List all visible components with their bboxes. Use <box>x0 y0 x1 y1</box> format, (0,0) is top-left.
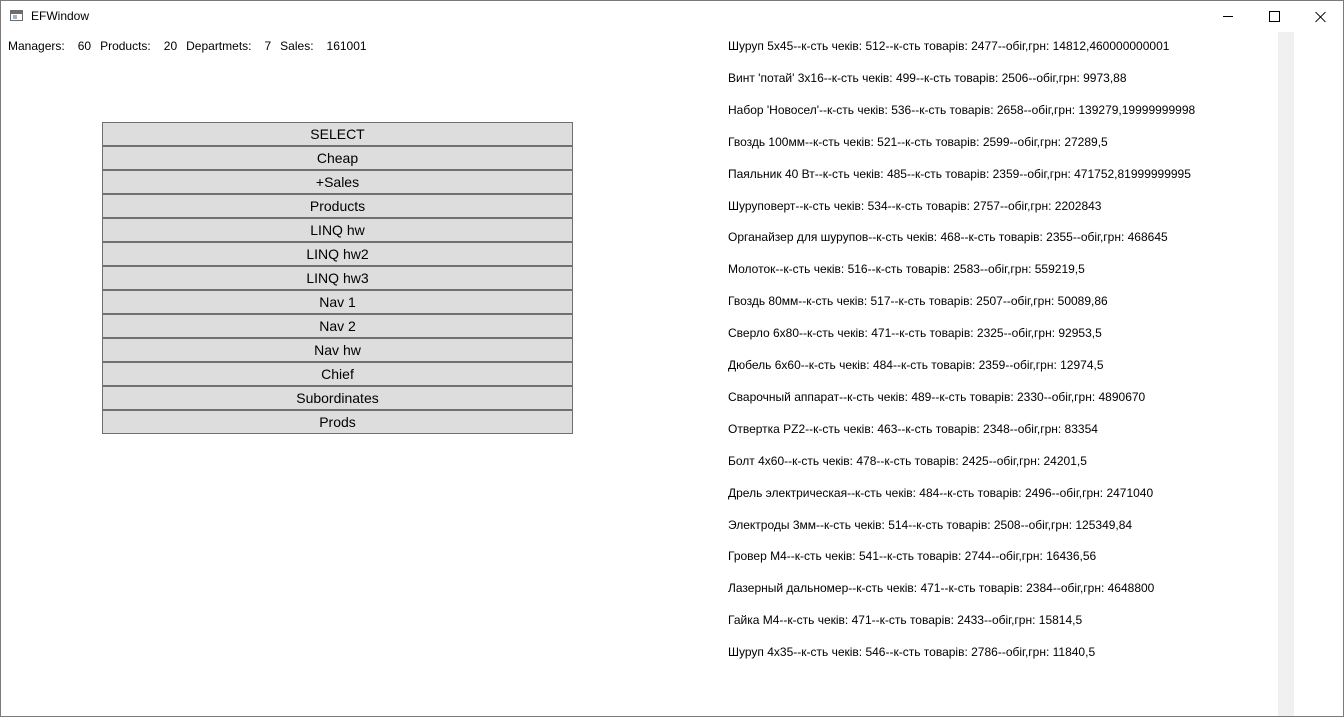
app-window-icon <box>10 10 23 21</box>
linq-hw2-button[interactable]: LINQ hw2 <box>102 242 573 266</box>
list-item[interactable]: Гвоздь 100мм--к-сть чеків: 521--к-сть то… <box>728 135 1108 149</box>
close-icon <box>1315 11 1326 22</box>
chief-button[interactable]: Chief <box>102 362 573 386</box>
prods-button[interactable]: Prods <box>102 410 573 434</box>
plus-sales-button[interactable]: +Sales <box>102 170 573 194</box>
window-title: EFWindow <box>31 9 90 23</box>
linq-hw3-button[interactable]: LINQ hw3 <box>102 266 573 290</box>
sales-count: 161001 <box>326 39 367 53</box>
app-window: EFWindow Managers: 60 Products: 20 Departmet… <box>0 0 1344 717</box>
list-item[interactable]: Шуруповерт--к-сть чеків: 534--к-сть това… <box>728 199 1101 213</box>
command-button-panel: SELECT Cheap +Sales Products LINQ hw LIN… <box>102 122 573 434</box>
departments-count: 7 <box>264 39 272 53</box>
list-item[interactable]: Отвертка PZ2--к-сть чеків: 463--к-сть то… <box>728 422 1098 436</box>
list-item[interactable]: Гайка М4--к-сть чеків: 471--к-сть товарі… <box>728 613 1082 627</box>
select-button[interactable]: SELECT <box>102 122 573 146</box>
title-bar[interactable]: EFWindow <box>1 1 1343 32</box>
linq-hw-button[interactable]: LINQ hw <box>102 218 573 242</box>
close-button[interactable] <box>1297 1 1343 31</box>
results-list[interactable]: Шуруп 5х45--к-сть чеків: 512--к-сть това… <box>728 31 1276 716</box>
products-button[interactable]: Products <box>102 194 573 218</box>
minimize-icon <box>1223 15 1233 17</box>
list-item[interactable]: Молоток--к-сть чеків: 516--к-сть товарів… <box>728 262 1085 276</box>
managers-label: Managers: <box>8 39 65 53</box>
departments-label: Departmets: <box>186 39 252 53</box>
list-item[interactable]: Шуруп 4х35--к-сть чеків: 546--к-сть това… <box>728 645 1095 659</box>
results-scrollbar[interactable] <box>1278 32 1294 716</box>
nav-hw-button[interactable]: Nav hw <box>102 338 573 362</box>
list-item[interactable]: Болт 4х60--к-сть чеків: 478--к-сть товар… <box>728 454 1087 468</box>
maximize-icon <box>1268 10 1280 22</box>
minimize-button[interactable] <box>1205 1 1251 31</box>
managers-count: 60 <box>77 39 92 53</box>
list-item[interactable]: Шуруп 5х45--к-сть чеків: 512--к-сть това… <box>728 39 1169 53</box>
list-item[interactable]: Электроды 3мм--к-сть чеків: 514--к-сть т… <box>728 518 1132 532</box>
products-label: Products: <box>100 39 151 53</box>
nav-2-button[interactable]: Nav 2 <box>102 314 573 338</box>
list-item[interactable]: Сварочный аппарат--к-сть чеків: 489--к-с… <box>728 390 1145 404</box>
maximize-button[interactable] <box>1251 1 1297 31</box>
list-item[interactable]: Гвоздь 80мм--к-сть чеків: 517--к-сть тов… <box>728 294 1108 308</box>
products-count: 20 <box>163 39 178 53</box>
stats-bar: Managers: 60 Products: 20 Departmets: 7 Sales:… <box>8 39 376 53</box>
subordinates-button[interactable]: Subordinates <box>102 386 573 410</box>
list-item[interactable]: Органайзер для шурупов--к-сть чеків: 468… <box>728 230 1168 244</box>
list-item[interactable]: Дюбель 6х60--к-сть чеків: 484--к-сть тов… <box>728 358 1104 372</box>
nav-1-button[interactable]: Nav 1 <box>102 290 573 314</box>
cheap-button[interactable]: Cheap <box>102 146 573 170</box>
sales-label: Sales: <box>280 39 314 53</box>
list-item[interactable]: Паяльник 40 Вт--к-сть чеків: 485--к-сть … <box>728 167 1191 181</box>
list-item[interactable]: Гровер М4--к-сть чеків: 541--к-сть товар… <box>728 549 1096 563</box>
list-item[interactable]: Сверло 6х80--к-сть чеків: 471--к-сть тов… <box>728 326 1102 340</box>
list-item[interactable]: Набор 'Новосел'--к-сть чеків: 536--к-сть… <box>728 103 1195 117</box>
list-item[interactable]: Винт 'потай' 3х16--к-сть чеків: 499--к-с… <box>728 71 1127 85</box>
list-item[interactable]: Дрель электрическая--к-сть чеків: 484--к… <box>728 486 1153 500</box>
list-item[interactable]: Лазерный дальномер--к-сть чеків: 471--к-… <box>728 581 1154 595</box>
